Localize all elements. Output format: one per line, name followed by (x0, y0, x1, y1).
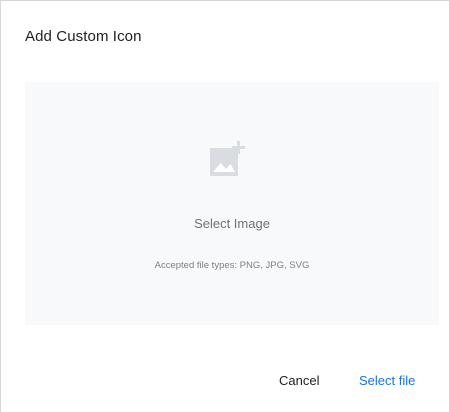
cancel-button[interactable]: Cancel (279, 373, 319, 388)
accepted-file-types-label: Accepted file types: PNG, JPG, SVG (154, 260, 310, 271)
select-image-label: Select Image (194, 216, 270, 231)
select-file-button[interactable]: Select file (359, 373, 415, 388)
image-dropzone[interactable]: Select Image Accepted file types: PNG, J… (25, 82, 439, 325)
add-custom-icon-dialog: Add Custom Icon Select Image Accepted fi… (0, 0, 449, 412)
dialog-title: Add Custom Icon (25, 28, 142, 45)
add-photo-icon (210, 141, 246, 177)
